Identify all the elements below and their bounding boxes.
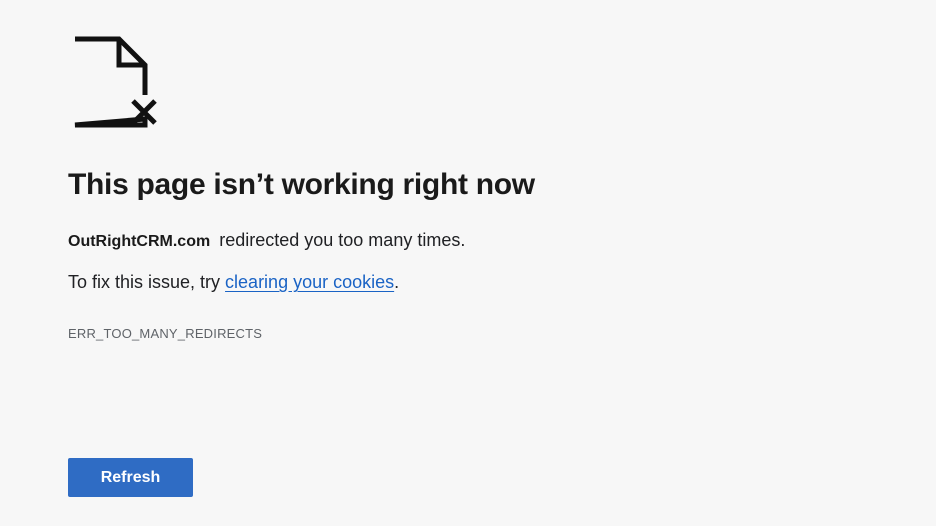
site-domain: OutRightCRM.com: [68, 233, 211, 250]
error-message: OutRightCRM.com redirected you too many …: [68, 230, 465, 251]
fix-suffix-text: .: [394, 272, 400, 292]
fix-suggestion: To fix this issue, try clearing your coo…: [68, 272, 399, 293]
refresh-button[interactable]: Refresh: [68, 458, 193, 497]
broken-page-icon: [74, 36, 157, 128]
error-page: This page isn’t working right now OutRig…: [0, 0, 936, 526]
clear-cookies-link[interactable]: clearing your cookies: [225, 272, 394, 292]
fix-prefix-text: To fix this issue, try: [68, 272, 226, 292]
error-code: ERR_TOO_MANY_REDIRECTS: [68, 326, 263, 341]
error-message-text: redirected you too many times.: [219, 230, 466, 250]
page-title: This page isn’t working right now: [68, 168, 535, 201]
